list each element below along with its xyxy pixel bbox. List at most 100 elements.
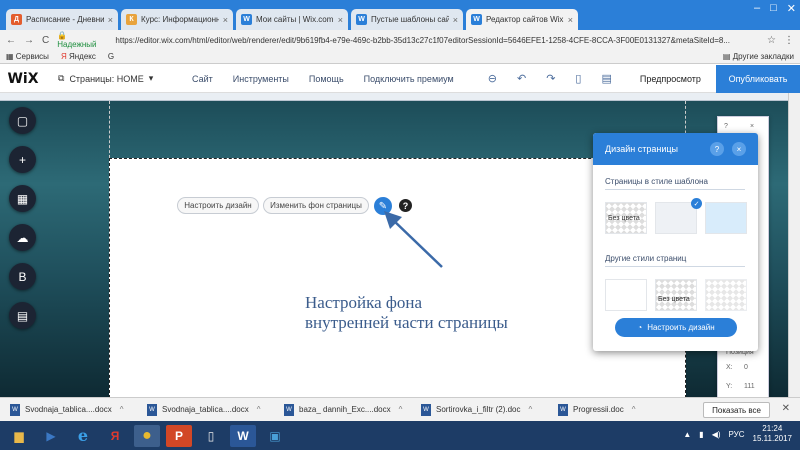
browser-tab-bar: Д Расписание - Дневник.р × К Курс: Инфор…: [0, 0, 800, 30]
tab-close-icon[interactable]: ×: [223, 15, 228, 25]
chevron-down-icon: ▾: [148, 73, 154, 83]
close-icon[interactable]: ×: [732, 142, 746, 156]
network-icon[interactable]: ▮: [699, 430, 703, 439]
menu-help[interactable]: Помощь: [309, 74, 344, 84]
zoom-icon[interactable]: ⊖: [488, 72, 497, 85]
calendar-icon[interactable]: ▤: [9, 302, 36, 329]
customize-design-button[interactable]: Настроить дизайн: [177, 197, 259, 214]
tab-close-icon[interactable]: ×: [338, 15, 343, 25]
download-item[interactable]: W baza_ dannih_Exc....docx ^: [284, 403, 421, 416]
top-menu: Сайт Инструменты Помощь Подключить преми…: [192, 74, 454, 84]
app-market-icon[interactable]: ▦: [9, 185, 36, 212]
menu-tools[interactable]: Инструменты: [233, 74, 289, 84]
ie-icon[interactable]: e: [70, 425, 96, 447]
blog-icon[interactable]: B: [9, 263, 36, 290]
chevron-up-icon[interactable]: ^: [528, 405, 532, 414]
upload-icon[interactable]: ☁: [9, 224, 36, 251]
browser-tab[interactable]: К Курс: Информационно ×: [121, 9, 233, 30]
help-icon[interactable]: ?: [710, 142, 724, 156]
chrome-icon[interactable]: ●: [134, 424, 160, 447]
url-field[interactable]: https://editor.wix.com/html/editor/web/r…: [115, 36, 759, 45]
browser-tab[interactable]: W Пустые шаблоны сайто ×: [351, 9, 463, 30]
menu-premium[interactable]: Подключить премиум: [364, 74, 454, 84]
style-swatch-white[interactable]: [605, 279, 647, 311]
minimize-icon[interactable]: –: [754, 2, 760, 15]
document-icon[interactable]: ▯: [198, 425, 224, 447]
save-icon[interactable]: ▤: [601, 72, 611, 85]
show-all-button[interactable]: Показать все: [703, 402, 770, 418]
download-filename: Svodnaja_tablica....docx: [25, 405, 112, 414]
style-swatch-no-color[interactable]: Без цвета: [605, 202, 647, 234]
secure-label[interactable]: 🔒 Надежный: [57, 31, 107, 49]
bookmark-yandex[interactable]: Я Яндекс: [61, 52, 96, 61]
style-swatch-light-blue[interactable]: [705, 202, 747, 234]
y-value[interactable]: 111: [744, 383, 755, 390]
redo-icon[interactable]: ↷: [546, 72, 555, 85]
browser-tab[interactable]: W Мои сайты | Wix.com ×: [236, 9, 348, 30]
file-explorer-icon[interactable]: ▆: [6, 425, 32, 447]
change-background-button[interactable]: Изменить фон страницы: [263, 197, 369, 214]
pages-dropdown[interactable]: ⧉ Страницы: HOME ▾: [46, 73, 174, 84]
preview-button[interactable]: Предпросмотр: [640, 74, 701, 84]
bookmark-apps[interactable]: ▦ Сервисы: [6, 52, 49, 61]
tab-close-icon[interactable]: ×: [453, 15, 458, 25]
chevron-up-icon[interactable]: ^: [257, 405, 261, 414]
word-icon[interactable]: W: [230, 424, 256, 447]
download-item[interactable]: W Svodnaja_tablica....docx ^: [10, 403, 147, 416]
browser-tab-active[interactable]: W Редактор сайтов Wix ×: [466, 9, 578, 30]
other-bookmarks[interactable]: ▤ Другие закладки: [723, 52, 794, 61]
style-swatch-selected[interactable]: [655, 202, 697, 234]
close-window-icon[interactable]: ✕: [787, 2, 796, 15]
publish-button[interactable]: Опубликовать: [716, 65, 800, 93]
customize-design-button[interactable]: ◔ Настроить дизайн: [615, 318, 737, 337]
close-icon[interactable]: ×: [750, 123, 754, 130]
maximize-icon[interactable]: □: [770, 2, 777, 15]
background-tool-icon[interactable]: ▢: [9, 107, 36, 134]
help-icon[interactable]: ?: [724, 123, 728, 130]
annotation-arrow: [384, 211, 443, 268]
menu-site[interactable]: Сайт: [192, 74, 213, 84]
yandex-browser-icon[interactable]: Я: [102, 425, 128, 447]
word-doc-icon: W: [284, 403, 294, 416]
volume-icon[interactable]: ◀): [712, 430, 721, 439]
annotation-text: Настройка фона внутренней части страницы: [305, 293, 508, 333]
forward-icon[interactable]: →: [24, 35, 34, 46]
button-label: Настроить дизайн: [647, 323, 715, 332]
wix-logo[interactable]: WiX: [0, 71, 46, 87]
back-icon[interactable]: ←: [6, 35, 16, 46]
bookmark-star-icon[interactable]: ☆: [767, 35, 776, 46]
close-icon[interactable]: ✕: [782, 403, 790, 414]
download-item[interactable]: W Sortirovka_i_filtr (2).doc ^: [421, 403, 558, 416]
media-player-icon[interactable]: ▶: [38, 425, 64, 447]
address-bar: ← → C 🔒 Надежный https://editor.wix.com/…: [0, 30, 800, 50]
undo-icon[interactable]: ↶: [517, 72, 526, 85]
chevron-up-icon[interactable]: ^: [120, 405, 124, 414]
style-swatch-no-color[interactable]: Без цвета: [655, 279, 697, 311]
reload-icon[interactable]: C: [42, 35, 49, 46]
chevron-up-icon[interactable]: ^: [399, 405, 403, 414]
image-viewer-icon[interactable]: ▣: [262, 425, 288, 447]
style-swatch-pattern[interactable]: [705, 279, 747, 311]
download-item[interactable]: W Svodnaja_tablica....docx ^: [147, 403, 284, 416]
x-value[interactable]: 0: [744, 364, 748, 371]
tab-close-icon[interactable]: ×: [568, 15, 573, 25]
annotation-line: внутренней части страницы: [305, 313, 508, 332]
bookmark-google[interactable]: G: [108, 52, 114, 61]
tray-arrow-icon[interactable]: ▲: [683, 430, 691, 439]
mobile-view-icon[interactable]: ▯: [575, 72, 581, 85]
clock-date: 15.11.2017: [752, 434, 792, 443]
powerpoint-icon[interactable]: P: [166, 424, 192, 447]
downloads-bar: W Svodnaja_tablica....docx ^ W Svodnaja_…: [0, 397, 800, 421]
language-indicator[interactable]: РУС: [729, 430, 745, 439]
download-filename: Progressii.doc: [573, 405, 624, 414]
add-icon[interactable]: +: [9, 146, 36, 173]
tab-close-icon[interactable]: ×: [108, 15, 113, 25]
pages-icon: ⧉: [58, 73, 65, 83]
clock[interactable]: 21:24 15.11.2017: [753, 424, 792, 444]
browser-menu-icon[interactable]: ⋮: [784, 35, 794, 46]
word-doc-icon: W: [147, 403, 157, 416]
download-item[interactable]: W Progressii.doc ^: [558, 403, 678, 416]
chevron-up-icon[interactable]: ^: [632, 405, 636, 414]
browser-tab[interactable]: Д Расписание - Дневник.р ×: [6, 9, 118, 30]
vertical-scrollbar[interactable]: [788, 93, 800, 397]
